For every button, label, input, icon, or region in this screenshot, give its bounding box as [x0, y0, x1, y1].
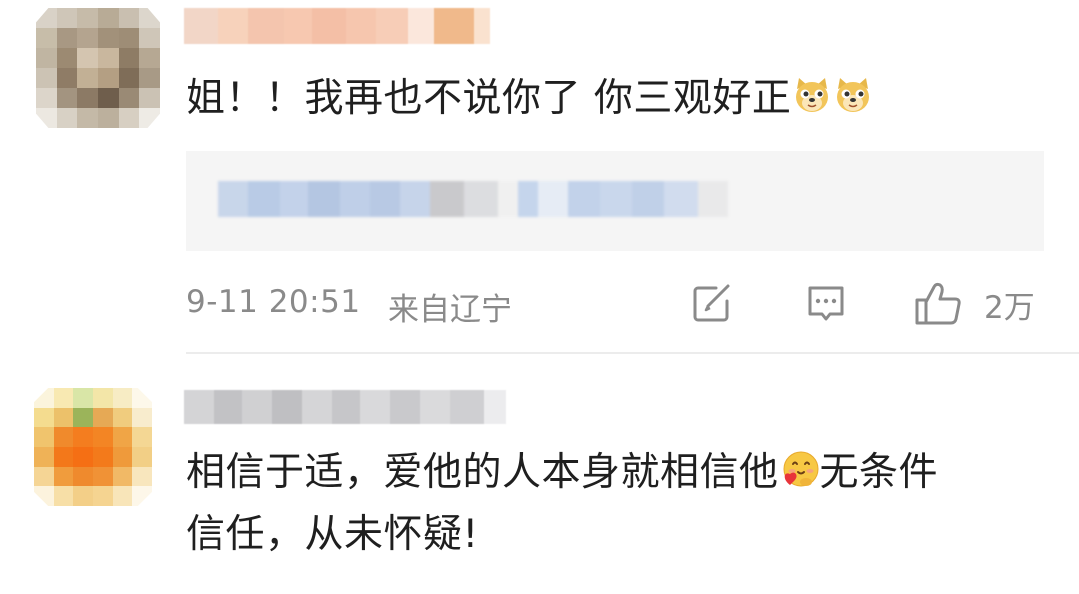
comment-icon [804, 282, 848, 326]
comment-meta: 9-11 20:51 来自辽宁 2万 [186, 280, 1046, 330]
doge-emoji [833, 72, 873, 112]
reply-preview-text[interactable] [218, 181, 728, 217]
comment-body-part-1: 相信于适，爱他的人本身就相信他 [186, 450, 779, 495]
like-button[interactable]: 2万 [914, 282, 1035, 326]
avatar[interactable] [34, 388, 152, 506]
like-icon [914, 281, 962, 327]
comment-text-line-1: 相信于适，爱他的人本身就相信他 无条件 [186, 442, 1066, 504]
share-icon [690, 282, 734, 326]
comment-text: 姐！！我再也不说你了 你三观好正 [186, 68, 873, 130]
doge-emoji [792, 72, 832, 112]
username[interactable] [184, 390, 506, 424]
share-button[interactable] [690, 282, 734, 326]
comment-text-line-2: 信任，从未怀疑! [186, 512, 479, 557]
comment-body: 姐！！我再也不说你了 你三观好正 [186, 76, 792, 121]
username[interactable] [184, 8, 490, 44]
comment-location: 来自辽宁 [388, 292, 512, 328]
hug-heart-emoji [780, 446, 820, 487]
comment-body-part-2: 无条件 [819, 450, 939, 495]
like-count: 2万 [984, 289, 1035, 326]
comment-item-1: 姐！！我再也不说你了 你三观好正 9-11 20:51 来自辽宁 2万 [0, 0, 1079, 352]
comment-button[interactable] [804, 282, 848, 326]
avatar[interactable] [36, 8, 160, 128]
comment-time: 9-11 20:51 [186, 284, 361, 320]
comment-item-2: 相信于适，爱他的人本身就相信他 无条件 信任，从未怀疑! [0, 352, 1079, 594]
reply-preview-box[interactable] [186, 151, 1044, 251]
comment-text: 相信于适，爱他的人本身就相信他 无条件 信任，从未怀疑! [186, 442, 1066, 566]
